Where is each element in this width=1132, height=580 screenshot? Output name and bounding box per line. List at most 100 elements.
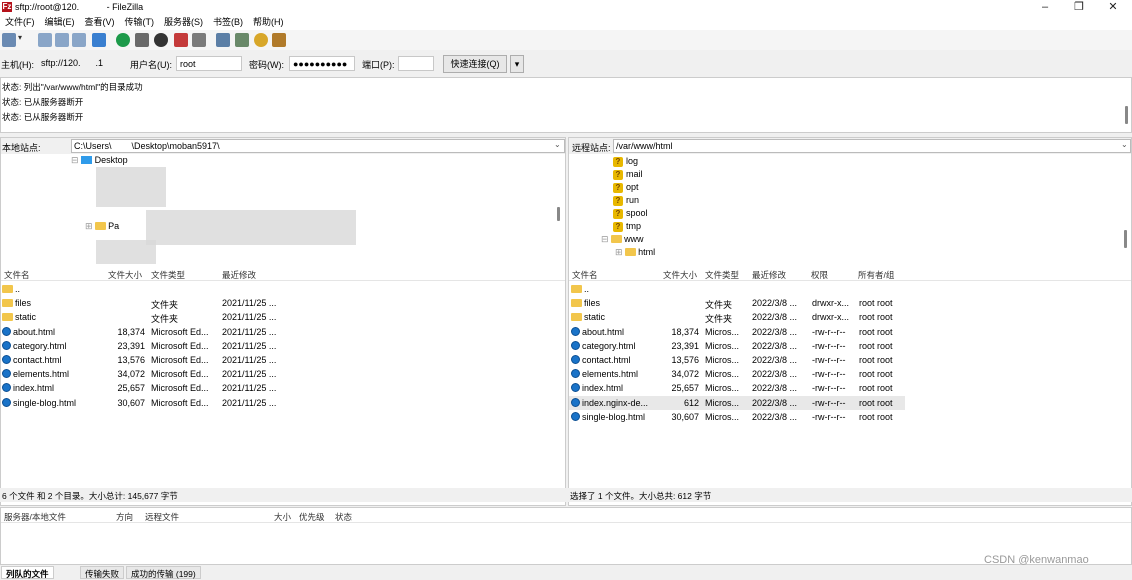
menu-file[interactable]: 文件(F) [0, 15, 40, 30]
tab-failed-transfers[interactable]: 传输失败 [80, 566, 125, 579]
file-row[interactable]: index.html 25,657 Micros... 2022/3/8 ... -rw… [569, 381, 905, 395]
filter-icon[interactable] [216, 33, 230, 47]
remote-path-input[interactable]: /var/www/html [613, 139, 1131, 153]
file-row[interactable]: about.html 18,374 Micros... 2022/3/8 ... -rw… [569, 325, 905, 339]
file-row[interactable]: about.html 18,374 Microsoft Ed... 2021/11/2… [1, 325, 565, 339]
file-row[interactable]: static 文件夹 2021/11/25 ... [1, 310, 565, 324]
toggle-queue-icon[interactable] [92, 33, 106, 47]
refresh-icon[interactable] [116, 33, 130, 47]
tab-queued-files[interactable]: 列队的文件 [1, 566, 54, 579]
process-queue-icon[interactable] [135, 33, 149, 47]
col-filename[interactable]: 文件名 [572, 269, 598, 281]
redacted-area [96, 240, 156, 264]
menu-server[interactable]: 服务器(S) [159, 15, 208, 30]
file-row[interactable]: files 文件夹 2021/11/25 ... [1, 296, 565, 310]
file-row[interactable]: .. [1, 282, 565, 296]
toggle-log-icon[interactable] [38, 33, 52, 47]
tree-node-mail[interactable]: ? mail [613, 169, 643, 180]
file-row[interactable]: static 文件夹 2022/3/8 ... drwxr-x... root root [569, 310, 905, 324]
password-input[interactable]: ●●●●●●●●●● [289, 56, 355, 71]
cancel-icon[interactable] [154, 33, 168, 47]
col-filesize[interactable]: 文件大小 [663, 269, 697, 281]
tree-node-html[interactable]: ⊞ html [615, 247, 655, 258]
local-tree: ⊟ Desktop ⊞ Pa [1, 155, 565, 264]
binoculars-icon[interactable] [272, 33, 286, 47]
local-site-label: 本地站点: [2, 143, 41, 153]
toggle-local-tree-icon[interactable] [55, 33, 69, 47]
file-name-text: category.html [582, 340, 636, 351]
col-status[interactable]: 状态 [335, 511, 352, 523]
tree-node-log[interactable]: ? log [613, 156, 638, 167]
local-path-input[interactable]: C:\Users\ \Desktop\moban5917\ [71, 139, 565, 153]
file-row[interactable]: index.html 25,657 Microsoft Ed... 2021/11/2… [1, 381, 565, 395]
remote-tree-scrollbar[interactable] [1124, 230, 1127, 248]
edge-html-icon [571, 383, 580, 393]
tree-node-desktop[interactable]: ⊟ Desktop [71, 155, 128, 166]
compare-icon[interactable] [254, 33, 268, 47]
file-size: 25,657 [671, 383, 699, 394]
tree-node-partial[interactable]: ⊞ Pa [85, 221, 119, 232]
menu-view[interactable]: 查看(V) [80, 15, 120, 30]
remote-list-header: 文件名 文件大小 文件类型 最近修改 权限 所有者/组 [569, 267, 1131, 281]
log-scrollbar[interactable] [1125, 106, 1128, 124]
col-size[interactable]: 大小 [274, 511, 291, 523]
col-filetype[interactable]: 文件类型 [705, 269, 739, 281]
tab-successful-transfers[interactable]: 成功的传输 (199) [126, 566, 201, 579]
window-title: sftp://root@120. - FileZilla [15, 2, 144, 12]
col-filesize[interactable]: 文件大小 [108, 269, 142, 281]
file-name: elements.html [571, 369, 663, 379]
tree-node-www[interactable]: ⊟ www [601, 234, 644, 245]
local-tree-scrollbar[interactable] [557, 207, 560, 221]
tree-node-spool[interactable]: ? spool [613, 208, 648, 219]
tree-node-opt[interactable]: ? opt [613, 182, 639, 193]
edge-html-icon [571, 369, 580, 379]
close-button[interactable]: ✕ [1096, 0, 1130, 15]
port-input[interactable] [398, 56, 434, 71]
file-row[interactable]: files 文件夹 2022/3/8 ... drwxr-x... root root [569, 296, 905, 310]
file-row[interactable]: index.nginx-de... 612 Micros... 2022/3/8 ..… [569, 395, 905, 410]
file-row[interactable]: single-blog.html 30,607 Microsoft Ed... 202… [1, 396, 565, 410]
col-filename[interactable]: 文件名 [4, 269, 30, 281]
tree-node-tmp[interactable]: ? tmp [613, 221, 641, 232]
folder-icon [2, 299, 13, 308]
col-direction[interactable]: 方向 [116, 511, 133, 523]
col-permissions[interactable]: 权限 [811, 269, 828, 281]
minimize-button[interactable]: – [1028, 0, 1062, 15]
username-input[interactable]: root [176, 56, 242, 71]
quickconnect-dropdown-button[interactable]: ▾ [510, 55, 524, 73]
col-server-local-file[interactable]: 服务器/本地文件 [4, 511, 66, 523]
col-priority[interactable]: 优先级 [299, 511, 325, 523]
menu-bookmarks[interactable]: 书签(B) [208, 15, 248, 30]
chevron-down-icon[interactable]: ⌄ [1121, 140, 1128, 149]
tree-label: tmp [626, 221, 642, 231]
search-icon[interactable] [235, 33, 249, 47]
col-remote-file[interactable]: 远程文件 [145, 511, 179, 523]
disconnect-icon[interactable] [174, 33, 188, 47]
menu-help[interactable]: 帮助(H) [248, 15, 289, 30]
col-modified[interactable]: 最近修改 [222, 269, 256, 281]
file-row[interactable]: single-blog.html 30,607 Micros... 2022/3/8 … [569, 410, 905, 424]
reconnect-icon[interactable] [192, 33, 206, 47]
site-manager-dropdown-icon[interactable]: ▾ [18, 33, 26, 47]
col-modified[interactable]: 最近修改 [752, 269, 786, 281]
file-row[interactable]: elements.html 34,072 Microsoft Ed... 2021/1… [1, 367, 565, 381]
col-owner[interactable]: 所有者/组 [858, 269, 894, 281]
site-manager-icon[interactable] [2, 33, 16, 47]
quickconnect-button[interactable]: 快速连接(Q) [443, 55, 507, 73]
toggle-remote-tree-icon[interactable] [72, 33, 86, 47]
file-row[interactable]: contact.html 13,576 Microsoft Ed... 2021/11… [1, 353, 565, 367]
col-filetype[interactable]: 文件类型 [151, 269, 185, 281]
file-name-text: single-blog.html [582, 411, 646, 422]
file-row[interactable]: category.html 23,391 Micros... 2022/3/8 ...… [569, 339, 905, 353]
file-row[interactable]: elements.html 34,072 Micros... 2022/3/8 ...… [569, 367, 905, 381]
menu-edit[interactable]: 编辑(E) [40, 15, 80, 30]
maximize-button[interactable]: ❐ [1062, 0, 1096, 15]
file-row[interactable]: contact.html 13,576 Micros... 2022/3/8 ... -… [569, 353, 905, 367]
file-row[interactable]: category.html 23,391 Microsoft Ed... 2021/1… [1, 339, 565, 353]
host-input[interactable]: sftp://120. .1 [38, 56, 126, 71]
chevron-down-icon[interactable]: ⌄ [554, 140, 561, 149]
tree-node-run[interactable]: ? run [613, 195, 639, 206]
menu-transfer[interactable]: 传输(T) [120, 15, 160, 30]
file-type: 文件夹 [151, 300, 179, 311]
file-row[interactable]: .. [569, 282, 905, 296]
